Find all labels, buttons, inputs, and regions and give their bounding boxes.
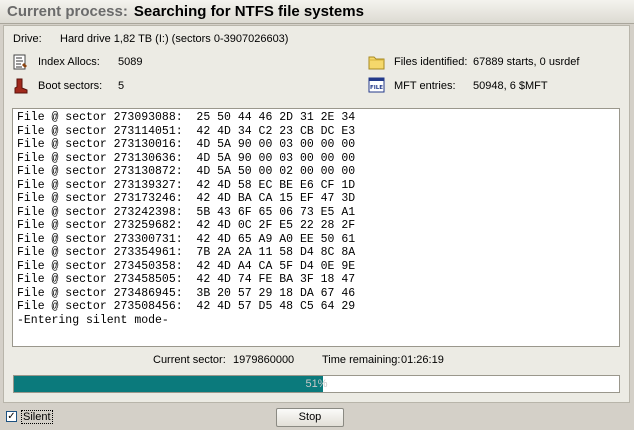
log-line: File @ sector 273130636: 4D 5A 90 00 03 … [17, 151, 356, 165]
scan-log[interactable]: File @ sector 273093088: 25 50 44 46 2D … [12, 108, 620, 347]
boot-icon [14, 78, 28, 94]
log-line: File @ sector 273486945: 3B 20 57 29 18 … [17, 286, 356, 300]
log-line: File @ sector 273114051: 42 4D 34 C2 23 … [17, 124, 356, 138]
svg-text:FILE: FILE [370, 85, 383, 91]
mft-file-icon: FILE [368, 77, 385, 93]
log-line: -Entering silent mode- [17, 313, 169, 327]
mft-entries-value: 50948, 6 $MFT [473, 80, 548, 92]
files-identified-value: 67889 starts, 0 usrdef [473, 56, 580, 68]
files-identified-label: Files identified: [394, 56, 468, 68]
silent-label[interactable]: Silent [21, 410, 53, 424]
log-line: File @ sector 273259682: 42 4D 0C 2F E5 … [17, 219, 356, 232]
boot-sectors-label: Boot sectors: [38, 80, 103, 92]
current-sector-value: 1979860000 [233, 354, 295, 366]
stop-button[interactable]: Stop [276, 408, 344, 427]
bottom-bar: ✓ Silent Stop [0, 405, 634, 430]
boot-sectors-value: 5 [118, 80, 125, 92]
log-line: File @ sector 273173246: 42 4D BA CA 15 … [17, 192, 356, 205]
mft-entries-label: MFT entries: [394, 80, 456, 92]
log-line: File @ sector 273130016: 4D 5A 90 00 03 … [17, 138, 356, 151]
log-line: File @ sector 273139327: 42 4D 58 EC BE … [17, 178, 356, 192]
current-sector-label: Current sector: [153, 354, 226, 366]
log-line: File @ sector 273450358: 42 4D A4 CA 5F … [17, 259, 356, 273]
time-remaining-label: Time remaining: [322, 354, 401, 366]
process-title-value: Searching for NTFS file systems [133, 3, 364, 20]
silent-checkbox[interactable]: ✓ [6, 411, 17, 422]
main-panel: Drive: Hard drive 1,82 TB (I:) (sectors … [3, 25, 630, 403]
log-line: File @ sector 273300731: 42 4D 65 A9 A0 … [17, 232, 356, 246]
index-allocs-value: 5089 [118, 56, 143, 68]
log-line: File @ sector 273508456: 42 4D 57 D5 48 … [17, 300, 356, 313]
drive-value: Hard drive 1,82 TB (I:) (sectors 0-39070… [60, 33, 289, 45]
time-remaining-value: 01:26:19 [401, 354, 444, 366]
drive-label: Drive: [13, 33, 42, 45]
progress-percent: 51% [305, 378, 328, 390]
index-allocs-label: Index Allocs: [38, 56, 100, 68]
process-title-bar: Current process: Searching for NTFS file … [0, 0, 634, 24]
log-line: File @ sector 273130872: 4D 5A 50 00 02 … [17, 165, 356, 178]
log-line: File @ sector 273242398: 5B 43 6F 65 06 … [17, 205, 356, 219]
process-title-label: Current process: [7, 3, 128, 20]
log-line: File @ sector 273458505: 42 4D 74 FE BA … [17, 273, 356, 286]
log-line: File @ sector 273093088: 25 50 44 46 2D … [17, 111, 356, 124]
folder-icon [368, 56, 385, 70]
log-line: File @ sector 273354961: 7B 2A 2A 11 58 … [17, 246, 356, 259]
check-mark-icon: ✓ [7, 411, 16, 422]
index-allocs-icon [13, 54, 27, 70]
scan-progress-bar: 51% [13, 375, 620, 393]
